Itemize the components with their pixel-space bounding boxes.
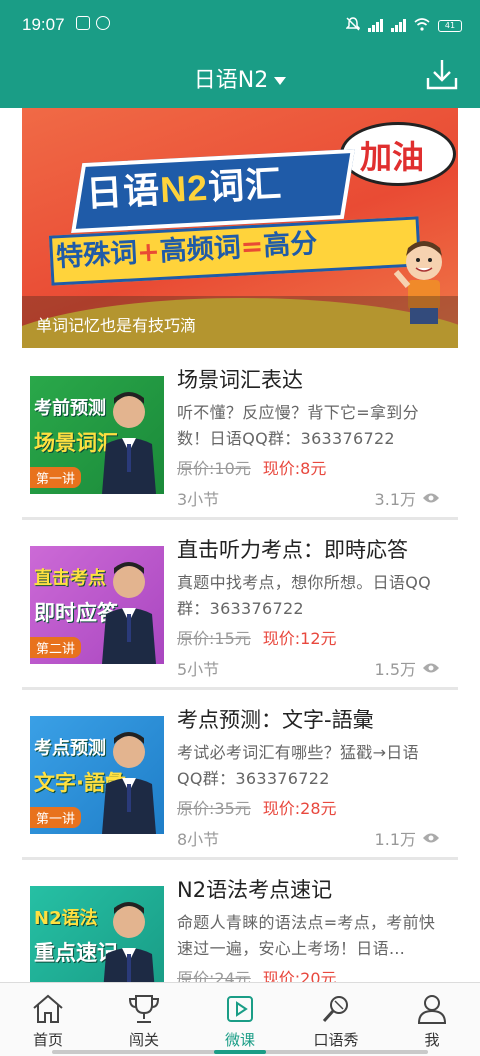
app-header: 日语N2 [0,50,480,108]
eye-icon [423,663,439,673]
nav-item-me[interactable]: 我 [384,983,480,1053]
course-item[interactable]: 考点预测 文字·語彙 第一讲 考点预测：文字-語彙 考试必考词汇有哪些？猛戳→日语… [22,690,458,860]
lesson-tag: 第一讲 [30,467,82,488]
signal-icon [368,19,383,32]
app-notification-icon [76,16,90,30]
course-item[interactable]: 直击考点 即时应答 第二讲 直击听力考点：即時応答 真题中找考点，想你所想。日语Q… [22,520,458,690]
course-item[interactable]: 考前预测 场景词汇 第一讲 场景词汇表达 听不懂？反应慢？背下它=拿到分数！日语Q… [22,350,458,520]
course-title: N2语法考点速记 [177,878,333,902]
current-price: 现价:8元 [262,459,327,478]
eye-icon [423,833,439,843]
nav-item-speaking[interactable]: 口语秀 [288,983,384,1053]
banner-bubble-text: 加油 [360,138,425,176]
view-count: 1.5万 [375,656,440,680]
current-price: 现价:28元 [262,799,337,818]
battery-icon: 41 [438,19,462,32]
course-thumbnail: 考前预测 场景词汇 第一讲 [30,376,164,494]
category-selector[interactable]: 日语N2 [0,62,480,94]
nav-label: 我 [424,1031,440,1049]
chevron-down-icon [274,77,287,85]
promo-banner[interactable]: 加油 日语N2词汇 特殊词+高频词=高分 单词记忆也是有技巧滴 [22,108,458,348]
banner-caption: 单词记忆也是有技巧滴 [36,316,197,335]
download-button[interactable] [424,56,460,92]
active-tab-indicator [214,1050,266,1054]
course-description: 真题中找考点，想你所想。日语QQ群：363376722 [177,573,431,618]
bottom-nav: 首页 闯关 微课 口语秀 我 [0,982,480,1056]
course-description: 命题人青睐的语法点=考点，考前快速过一遍，安心上考场！日语… [177,913,436,958]
download-icon [426,60,458,90]
nav-label: 微课 [224,1031,255,1049]
current-price: 现价:12元 [262,629,337,648]
status-notification-icons [76,16,110,30]
nav-label: 闯关 [128,1031,159,1049]
lesson-tag: 第二讲 [30,637,82,658]
lesson-tag: 第一讲 [30,807,82,828]
banner-title: 日语N2词汇 [85,162,284,215]
original-price: 原价:35元 [177,799,251,818]
original-price: 原价:15元 [177,629,251,648]
course-title: 场景词汇表达 [177,368,303,392]
course-title: 考点预测：文字-語彙 [177,708,374,732]
page-title: 日语N2 [193,68,269,93]
trophy-icon [128,995,160,1023]
course-description: 考试必考词汇有哪些？猛戳→日语QQ群：363376722 [177,743,419,788]
signal-icon-2 [391,19,406,32]
app-notification-icon-2 [96,16,110,30]
nav-label: 口语秀 [313,1031,359,1049]
lesson-count: 8小节 [177,830,220,849]
lesson-count: 5小节 [177,660,220,679]
price-row: 原价:15元 现价:12元 [177,625,337,649]
teacher-photo [102,732,156,834]
wifi-icon [414,16,430,35]
user-icon [417,995,447,1024]
microphone-icon [322,996,348,1023]
home-icon [33,994,63,1023]
lesson-count: 3小节 [177,490,220,509]
view-count: 3.1万 [375,486,440,510]
course-thumbnail: 考点预测 文字·語彙 第一讲 [30,716,164,834]
nav-label: 首页 [32,1031,63,1049]
price-row: 原价:10元 现价:8元 [177,455,326,479]
status-bar: 19:07 41 [0,0,480,50]
nav-item-challenge[interactable]: 闯关 [96,983,192,1053]
course-list: 考前预测 场景词汇 第一讲 场景词汇表达 听不懂？反应慢？背下它=拿到分数！日语Q… [22,350,458,1030]
nav-item-home[interactable]: 首页 [0,983,96,1053]
course-title: 直击听力考点：即時応答 [177,538,408,562]
play-video-icon [227,996,253,1022]
teacher-photo [102,392,156,494]
nav-item-courses[interactable]: 微课 [192,983,288,1053]
mute-icon [345,16,361,35]
eye-icon [423,493,439,503]
status-time: 19:07 [22,15,65,34]
original-price: 原价:10元 [177,459,251,478]
view-count: 1.1万 [375,826,440,850]
course-description: 听不懂？反应慢？背下它=拿到分数！日语QQ群：363376722 [177,403,419,448]
status-right-icons: 41 [345,16,462,35]
teacher-photo [102,562,156,664]
course-thumbnail: 直击考点 即时应答 第二讲 [30,546,164,664]
price-row: 原价:35元 现价:28元 [177,795,337,819]
